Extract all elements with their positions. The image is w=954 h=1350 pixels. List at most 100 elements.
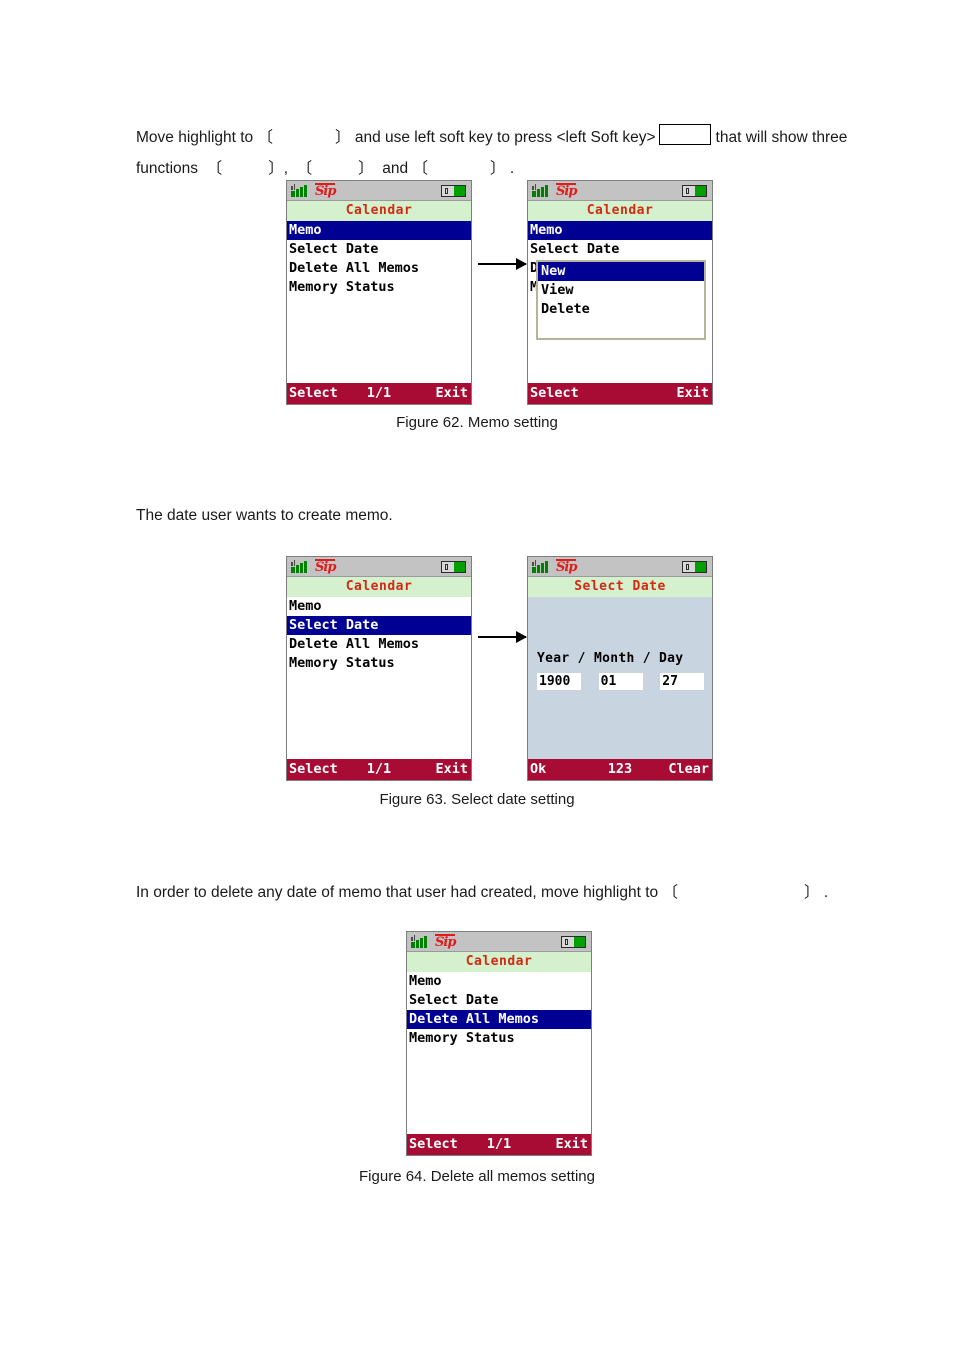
date-field-labels: Year / Month / Day: [537, 651, 708, 666]
popup-item-view[interactable]: View: [538, 281, 704, 300]
figure-62-caption: Figure 62. Memo setting: [396, 414, 558, 431]
flow-arrow-fig63: [478, 631, 527, 643]
screen-title: Calendar: [287, 577, 471, 597]
signal-bars-icon: [291, 184, 307, 197]
menu-item-memo[interactable]: Memo: [528, 221, 712, 240]
signal-bars-icon: [291, 560, 307, 573]
carrier-logo: Sip: [435, 934, 456, 950]
paragraph-4-text: In order to delete any date of memo that…: [136, 884, 659, 901]
status-bar: Sip: [287, 557, 471, 577]
status-bar: Sip: [287, 181, 471, 201]
status-bar: Sip: [528, 181, 712, 201]
menu-item-select-date[interactable]: Select Date: [287, 616, 471, 635]
menu-list: Memo Select Date Delete All Memos Memory…: [407, 972, 591, 1135]
label-month: Month: [593, 651, 635, 666]
soft-key-bar: Select 1/1 Exit: [287, 383, 471, 404]
battery-icon: [561, 936, 586, 948]
figure-64-caption: Figure 64. Delete all memos setting: [359, 1168, 595, 1185]
label-day: Day: [659, 651, 684, 666]
placeholder-bracket-open-3: 〔: [296, 160, 313, 177]
paragraph-2-text-1: functions: [136, 160, 199, 177]
menu-item-memory-status[interactable]: Memory Status: [287, 278, 471, 297]
soft-key-bar: Ok 123 Clear: [528, 759, 712, 780]
placeholder-bracket-close-5: 〕: [803, 884, 820, 901]
phone-screen-fig62-left: Sip Calendar Memo Select Date Delete All…: [286, 180, 472, 405]
screen-title: Select Date: [528, 577, 712, 597]
soft-key-bar: Select Exit: [528, 383, 712, 404]
status-bar: Sip: [528, 557, 712, 577]
paragraph-1-text-2: and use left soft key to press <left Sof…: [354, 129, 656, 146]
battery-nub: [445, 188, 448, 194]
screen-title: Calendar: [407, 952, 591, 972]
menu-item-delete-all-memos[interactable]: Delete All Memos: [287, 635, 471, 654]
label-year: Year: [537, 651, 570, 666]
placeholder-bracket-close-2: 〕: [268, 160, 284, 177]
status-bar: Sip: [407, 932, 591, 952]
paragraph-1: Move highlight to 〔 〕 and use left soft k…: [136, 122, 847, 153]
menu-item-delete-all-memos[interactable]: Delete All Memos: [407, 1010, 591, 1029]
menu-item-memo[interactable]: Memo: [407, 972, 591, 991]
date-separator-2: /: [642, 651, 651, 666]
placeholder-bracket-open-4: 〔: [412, 160, 428, 177]
paragraph-2-comma: ,: [283, 160, 289, 177]
screen-title: Calendar: [287, 201, 471, 221]
battery-icon: [441, 561, 466, 573]
paragraph-3: The date user wants to create memo.: [136, 507, 393, 524]
context-menu-popup: New View Delete: [536, 260, 706, 340]
phone-screen-fig63-left: Sip Calendar Memo Select Date Delete All…: [286, 556, 472, 781]
paragraph-1-text-1: Move highlight to: [136, 129, 254, 146]
popup-item-delete[interactable]: Delete: [538, 300, 704, 319]
phone-screen-fig63-right: Sip Select Date Year / Month / Day 1900 …: [527, 556, 713, 781]
date-separator-1: /: [577, 651, 586, 666]
signal-bars-icon: [411, 935, 427, 948]
soft-key-box: [658, 124, 711, 145]
soft-key-right-clear[interactable]: Clear: [668, 759, 709, 780]
soft-key-right[interactable]: Exit: [555, 1134, 588, 1155]
menu-item-memo[interactable]: Memo: [287, 597, 471, 616]
day-input[interactable]: 27: [660, 673, 705, 690]
carrier-logo: Sip: [556, 559, 577, 575]
menu-list: Memo Select Date Delete All Memos Memory…: [287, 597, 471, 760]
menu-item-memory-status[interactable]: Memory Status: [287, 654, 471, 673]
menu-item-select-date[interactable]: Select Date: [287, 240, 471, 259]
battery-icon: [682, 561, 707, 573]
soft-key-left[interactable]: Select: [530, 383, 579, 404]
placeholder-bracket-close-4: 〕: [490, 160, 506, 177]
soft-key-right[interactable]: Exit: [676, 383, 709, 404]
battery-icon: [682, 185, 707, 197]
battery-nub: [686, 188, 689, 194]
placeholder-bracket-open-2: 〔: [206, 160, 223, 177]
battery-icon: [441, 185, 466, 197]
placeholder-bracket-close-3: 〕: [358, 160, 374, 177]
carrier-logo: Sip: [315, 559, 336, 575]
soft-key-right[interactable]: Exit: [435, 759, 468, 780]
battery-nub: [445, 564, 448, 570]
year-input[interactable]: 1900: [537, 673, 581, 690]
paragraph-4: In order to delete any date of memo that…: [136, 877, 828, 908]
soft-key-bar: Select 1/1 Exit: [287, 759, 471, 780]
menu-item-memory-status[interactable]: Memory Status: [407, 1029, 591, 1048]
signal-bars-icon: [532, 560, 548, 573]
menu-item-select-date[interactable]: Select Date: [528, 240, 712, 259]
menu-item-select-date[interactable]: Select Date: [407, 991, 591, 1010]
battery-nub: [686, 564, 689, 570]
soft-key-right[interactable]: Exit: [435, 383, 468, 404]
menu-list: Memo Select Date Delete All Memos Memory…: [528, 221, 712, 384]
menu-item-memo[interactable]: Memo: [287, 221, 471, 240]
battery-nub: [565, 939, 568, 945]
flow-arrow-fig62: [478, 258, 527, 270]
popup-item-new[interactable]: New: [538, 262, 704, 281]
carrier-logo: Sip: [315, 183, 336, 199]
paragraph-4-period: .: [823, 884, 829, 901]
carrier-logo: Sip: [556, 183, 577, 199]
date-field-inputs: 1900 01 27: [537, 670, 708, 690]
paragraph-1-text-3: that will show three: [715, 129, 848, 146]
paragraph-2-period: .: [509, 160, 515, 177]
menu-item-delete-all-memos[interactable]: Delete All Memos: [287, 259, 471, 278]
phone-screen-fig62-right: Sip Calendar Memo Select Date Delete All…: [527, 180, 713, 405]
month-input[interactable]: 01: [598, 673, 643, 690]
placeholder-bracket-open-1: 〔: [257, 129, 274, 146]
paragraph-2-and: and: [382, 160, 409, 177]
soft-key-bar: Select 1/1 Exit: [407, 1134, 591, 1155]
placeholder-bracket-close-1: 〕: [335, 129, 351, 146]
